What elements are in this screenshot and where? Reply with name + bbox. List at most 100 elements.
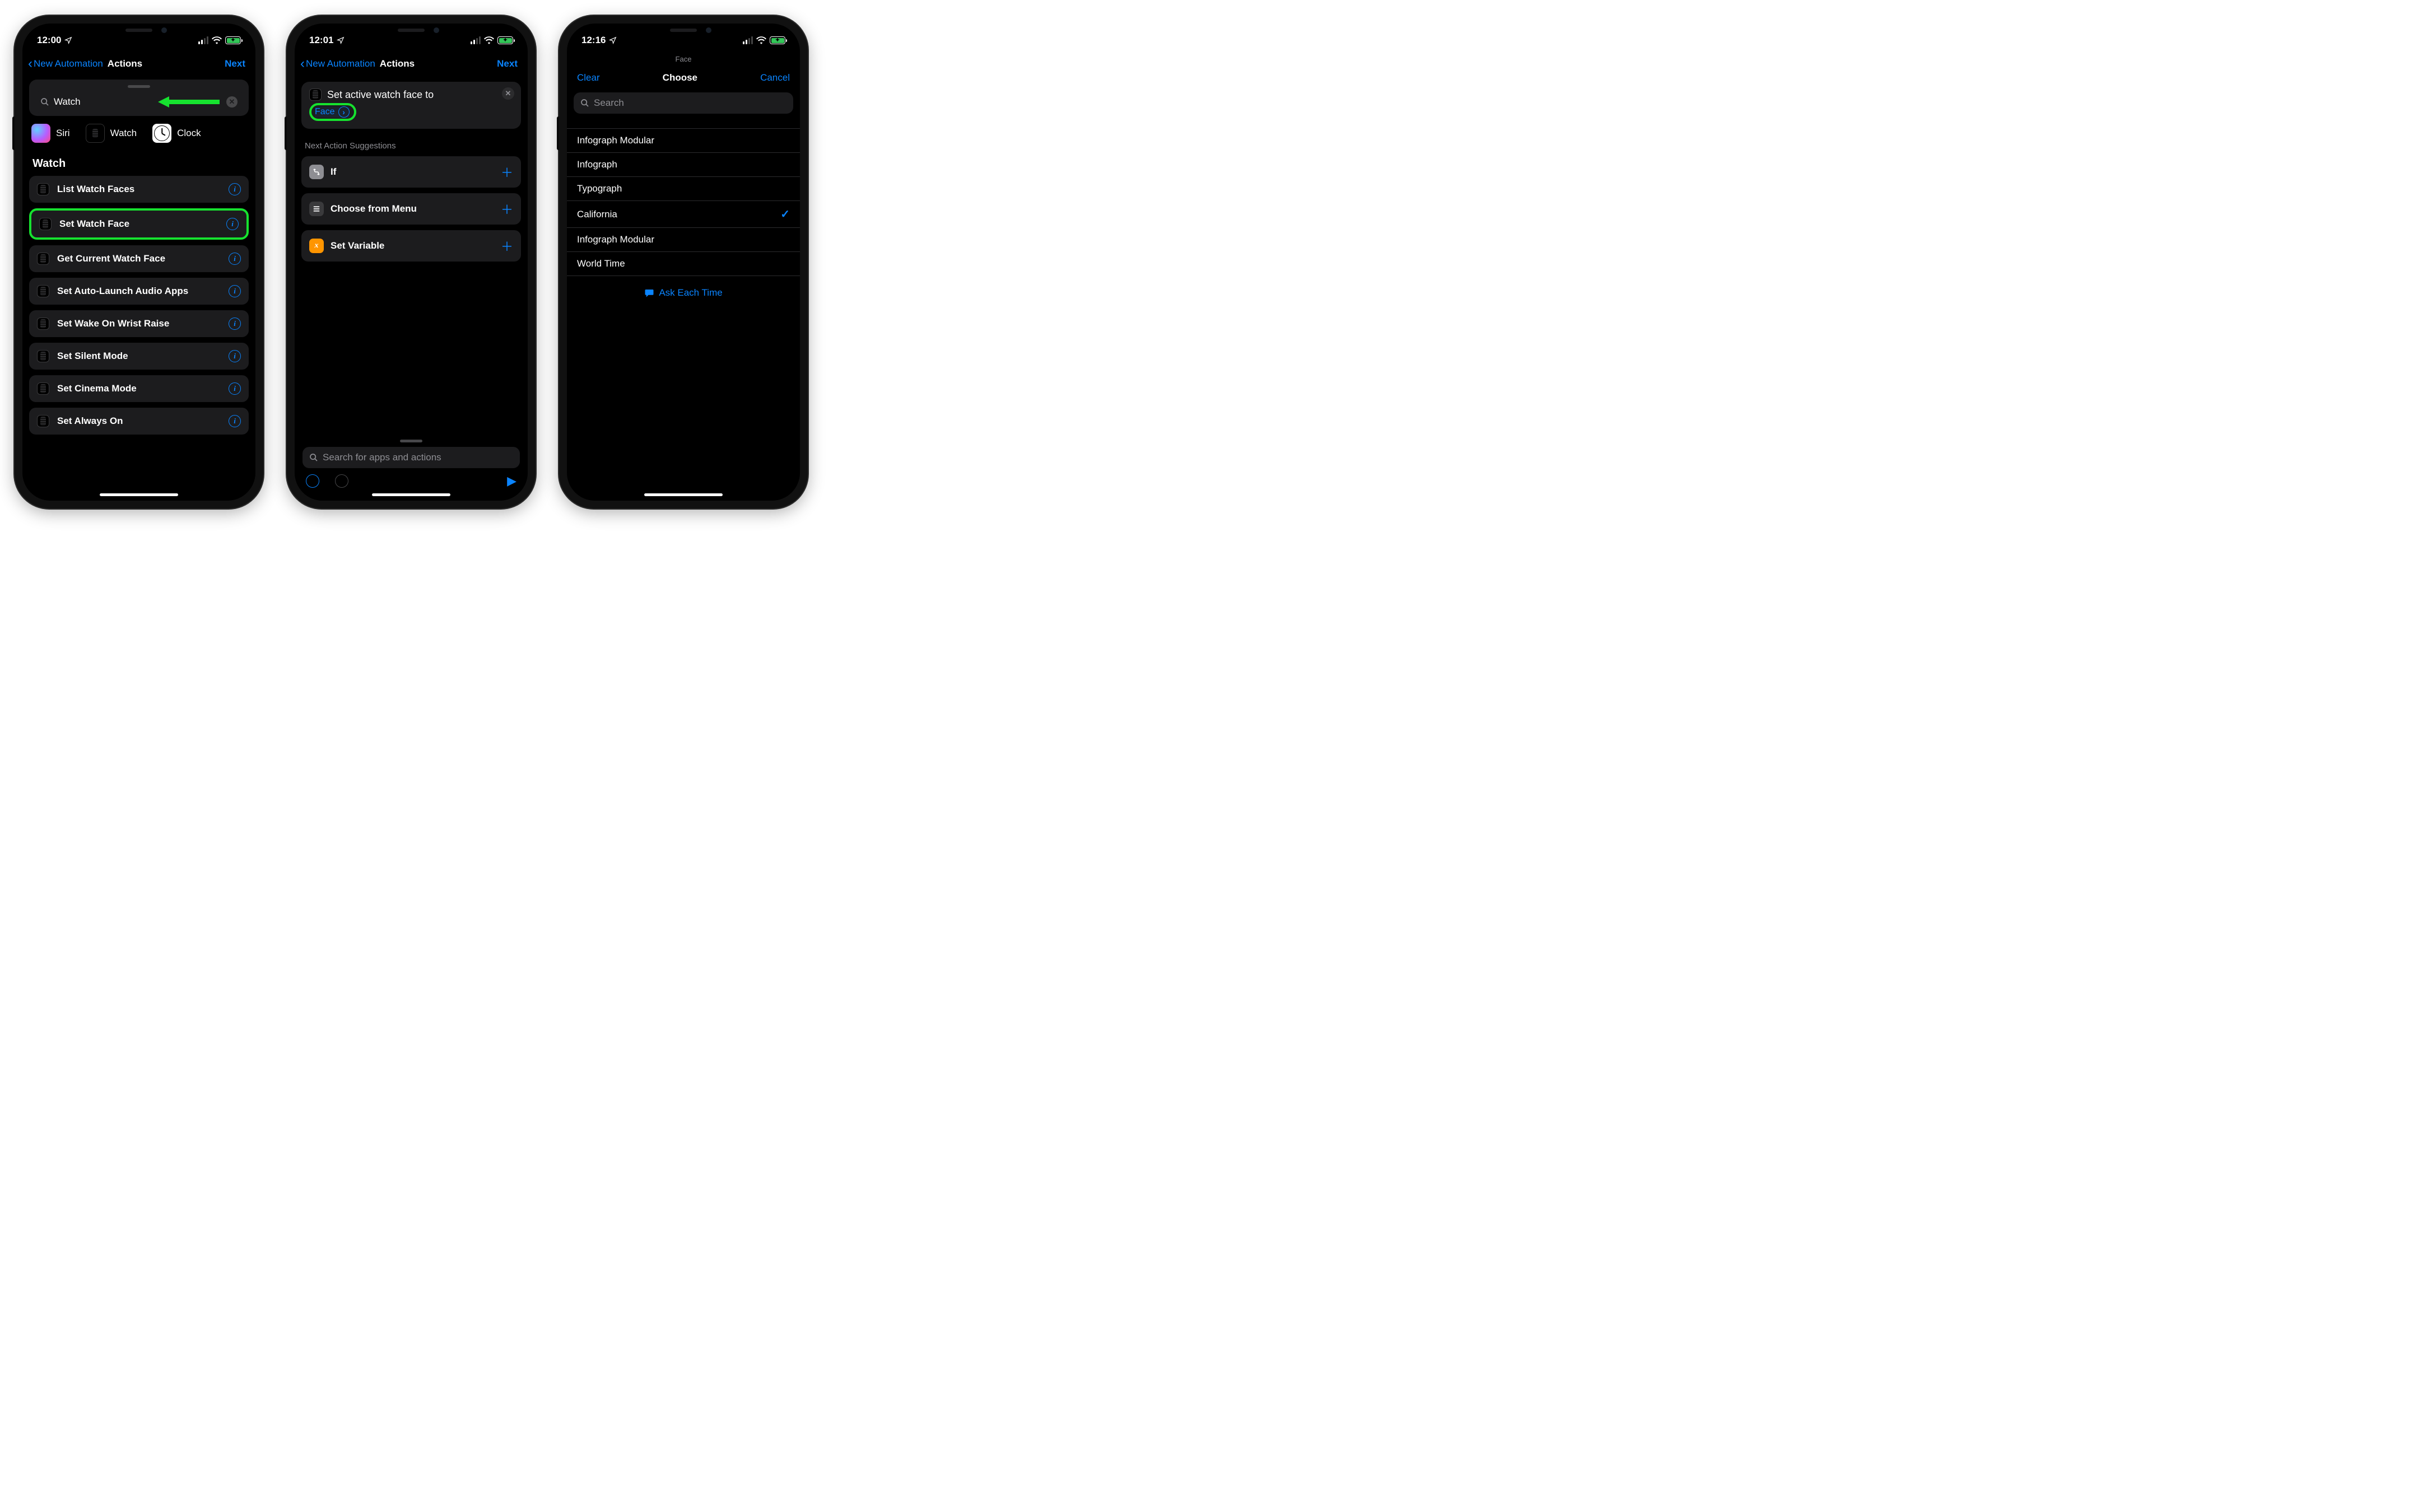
search-input[interactable]: Watch ✕ bbox=[34, 91, 244, 113]
action-label: Set Watch Face bbox=[59, 218, 218, 230]
checkmark-icon: ✓ bbox=[780, 207, 790, 221]
search-input[interactable]: Search for apps and actions bbox=[302, 447, 520, 468]
face-option[interactable]: Infograph Modular bbox=[567, 228, 800, 252]
clear-button[interactable]: Clear bbox=[577, 72, 600, 83]
siri-icon bbox=[31, 124, 50, 143]
branch-icon bbox=[309, 165, 324, 179]
home-indicator[interactable] bbox=[644, 493, 723, 496]
face-option[interactable]: Infograph bbox=[567, 153, 800, 177]
ask-each-time-button[interactable]: Ask Each Time bbox=[567, 276, 800, 310]
back-button[interactable]: ‹ New Automation bbox=[28, 57, 103, 71]
watch-icon bbox=[37, 318, 49, 330]
info-icon[interactable]: i bbox=[229, 318, 241, 330]
annotation-arrow-icon bbox=[158, 95, 220, 109]
battery-icon: ✦ bbox=[770, 36, 785, 44]
speech-bubble-icon bbox=[644, 288, 654, 298]
notch bbox=[94, 24, 184, 40]
suggestions-header: Next Action Suggestions bbox=[301, 129, 521, 156]
picker-bar: Clear Choose Cancel bbox=[567, 63, 800, 88]
info-icon[interactable]: i bbox=[229, 415, 241, 427]
grabber-icon[interactable] bbox=[400, 440, 422, 442]
action-get-current-face[interactable]: Get Current Watch Face i bbox=[29, 245, 249, 272]
cancel-button[interactable]: Cancel bbox=[760, 72, 790, 83]
face-option[interactable]: World Time bbox=[567, 252, 800, 276]
search-placeholder: Search bbox=[594, 97, 787, 109]
action-auto-launch-audio[interactable]: Set Auto-Launch Audio Apps i bbox=[29, 278, 249, 305]
back-button[interactable]: ‹ New Automation bbox=[300, 57, 375, 71]
info-icon[interactable]: i bbox=[229, 183, 241, 195]
face-label: Infograph Modular bbox=[577, 135, 654, 146]
info-icon[interactable]: i bbox=[229, 253, 241, 265]
phone-frame-3: 12:16 ✦ Face Clear Choose Cancel bbox=[559, 16, 808, 508]
next-button[interactable]: Next bbox=[497, 58, 518, 69]
next-button[interactable]: Next bbox=[225, 58, 245, 69]
suggestion-if[interactable]: If ＋ bbox=[301, 156, 521, 188]
app-watch[interactable]: Watch bbox=[86, 124, 137, 143]
home-indicator[interactable] bbox=[100, 493, 178, 496]
suggestion-choose-menu[interactable]: Choose from Menu ＋ bbox=[301, 193, 521, 225]
info-icon[interactable]: i bbox=[229, 285, 241, 297]
nav-title: Actions bbox=[108, 58, 142, 69]
app-siri[interactable]: Siri bbox=[31, 124, 70, 143]
nav-bar: ‹ New Automation Actions Next bbox=[22, 49, 255, 76]
action-silent-mode[interactable]: Set Silent Mode i bbox=[29, 343, 249, 370]
back-label: New Automation bbox=[306, 58, 375, 69]
info-icon[interactable]: i bbox=[229, 350, 241, 362]
watch-icon bbox=[309, 88, 322, 101]
suggestion-set-variable[interactable]: x Set Variable ＋ bbox=[301, 230, 521, 262]
face-parameter-token[interactable]: Face bbox=[315, 106, 350, 118]
action-cinema-mode[interactable]: Set Cinema Mode i bbox=[29, 375, 249, 402]
app-suggestions-row: Siri Watch Clock bbox=[29, 116, 249, 147]
search-placeholder: Search for apps and actions bbox=[323, 452, 513, 463]
location-arrow-icon bbox=[609, 36, 617, 44]
action-card[interactable]: ✕ Set active watch face to Face bbox=[301, 82, 521, 129]
nav-bar: ‹ New Automation Actions Next bbox=[295, 49, 528, 76]
search-input[interactable]: Search bbox=[574, 92, 793, 114]
phone-frame-1: 12:00 ✦ ‹ New Automation Actions bbox=[15, 16, 263, 508]
home-indicator[interactable] bbox=[372, 493, 450, 496]
section-header: Watch bbox=[29, 147, 249, 176]
search-icon bbox=[580, 99, 589, 108]
face-option[interactable]: Typograph bbox=[567, 177, 800, 201]
run-button[interactable]: ▶ bbox=[507, 474, 516, 488]
grabber-icon[interactable] bbox=[128, 85, 150, 88]
action-label: Set Always On bbox=[57, 416, 221, 427]
undo-button[interactable] bbox=[306, 474, 319, 488]
action-label: Get Current Watch Face bbox=[57, 253, 221, 264]
screen-1: 12:00 ✦ ‹ New Automation Actions bbox=[22, 24, 255, 501]
action-list-watch-faces[interactable]: List Watch Faces i bbox=[29, 176, 249, 203]
face-option-selected[interactable]: California ✓ bbox=[567, 201, 800, 228]
plus-icon[interactable]: ＋ bbox=[501, 237, 513, 255]
action-always-on[interactable]: Set Always On i bbox=[29, 408, 249, 435]
action-wake-on-wrist[interactable]: Set Wake On Wrist Raise i bbox=[29, 310, 249, 337]
app-clock[interactable]: Clock bbox=[152, 124, 201, 143]
watch-icon bbox=[39, 218, 52, 230]
annotation-highlight: Face bbox=[309, 103, 356, 121]
app-label: Clock bbox=[177, 128, 201, 139]
action-set-watch-face[interactable]: Set Watch Face i bbox=[29, 208, 249, 240]
notch bbox=[366, 24, 456, 40]
face-label: Infograph Modular bbox=[577, 234, 654, 245]
location-arrow-icon bbox=[337, 36, 345, 44]
info-icon[interactable]: i bbox=[229, 382, 241, 395]
clear-search-button[interactable]: ✕ bbox=[226, 96, 238, 108]
watch-icon bbox=[37, 415, 49, 427]
notch bbox=[639, 24, 728, 40]
face-label: Infograph bbox=[577, 159, 617, 170]
suggestion-label: Choose from Menu bbox=[331, 203, 494, 214]
sheet-mini-title: Face bbox=[567, 49, 800, 63]
wifi-icon bbox=[212, 36, 222, 44]
action-list: List Watch Faces i Set Watch Face i Get … bbox=[29, 176, 249, 435]
battery-icon: ✦ bbox=[497, 36, 513, 44]
screen-3: 12:16 ✦ Face Clear Choose Cancel bbox=[567, 24, 800, 501]
plus-icon[interactable]: ＋ bbox=[501, 163, 513, 181]
watch-icon bbox=[37, 253, 49, 265]
phone-frame-2: 12:01 ✦ ‹ New Automation Actions bbox=[287, 16, 536, 508]
suggestion-label: Set Variable bbox=[331, 240, 494, 251]
plus-icon[interactable]: ＋ bbox=[501, 200, 513, 218]
face-option[interactable]: Infograph Modular bbox=[567, 128, 800, 153]
location-arrow-icon bbox=[64, 36, 72, 44]
info-icon[interactable]: i bbox=[226, 218, 239, 230]
remove-action-button[interactable]: ✕ bbox=[502, 87, 514, 100]
action-label: Set Auto-Launch Audio Apps bbox=[57, 286, 221, 297]
